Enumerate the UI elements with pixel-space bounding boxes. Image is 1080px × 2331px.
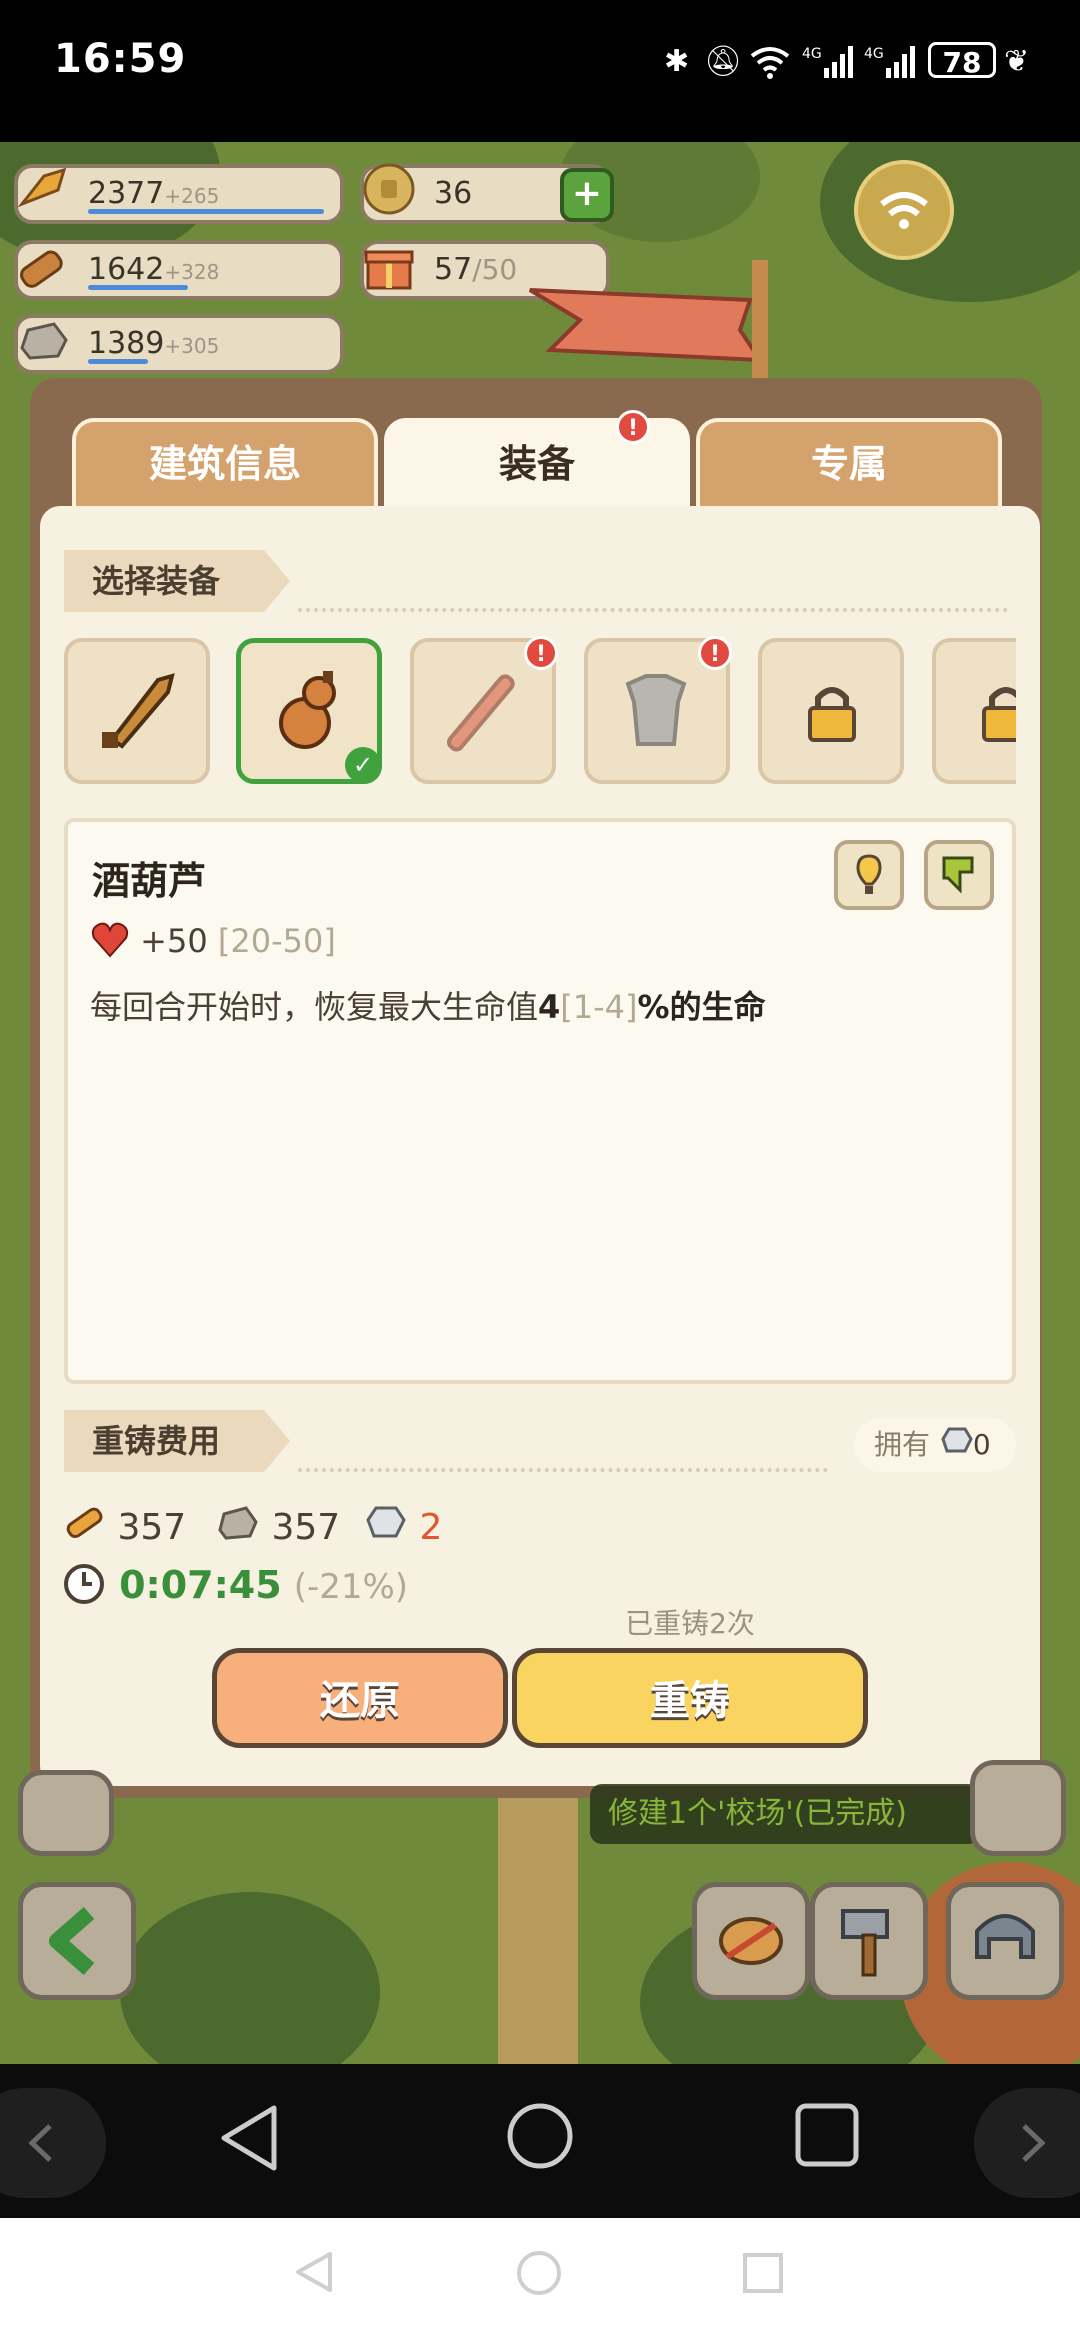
info-button[interactable]	[834, 840, 904, 910]
sword-icon	[88, 662, 184, 762]
mute-icon: 🔕︎	[704, 44, 743, 79]
reforge-button[interactable]: 重铸	[512, 1648, 868, 1748]
battery-icon: 78	[928, 42, 996, 79]
section-label-reforge-cost: 重铸费用	[64, 1410, 290, 1472]
nav-prev-button[interactable]	[0, 2088, 106, 2198]
resource-value: 1389	[88, 326, 165, 361]
cost-wood: 357	[62, 1500, 186, 1550]
section-label-select: 选择装备	[64, 550, 290, 612]
scroll-button[interactable]	[970, 1760, 1066, 1856]
equipment-slot-6-locked[interactable]	[932, 638, 1016, 784]
swap-button[interactable]	[924, 840, 994, 910]
stone-icon	[14, 310, 72, 368]
add-coins-button[interactable]: +	[560, 168, 614, 222]
back-nav-icon[interactable]	[292, 2248, 336, 2300]
resource-stone: 1389+305	[14, 314, 344, 374]
wifi-icon	[748, 44, 792, 80]
reforge-timer: 0:07:45 (-21%)	[62, 1560, 408, 1610]
svg-text:4G: 4G	[802, 46, 822, 62]
stone-icon	[216, 1500, 260, 1558]
helmet-button[interactable]	[946, 1882, 1064, 2000]
wood-icon	[62, 1500, 106, 1558]
leaf-icon: ❦	[1004, 44, 1030, 79]
staff-icon	[434, 662, 530, 762]
equipment-slot-3[interactable]: !	[410, 636, 558, 784]
gourd-icon	[261, 661, 357, 761]
alert-badge: !	[698, 636, 732, 670]
nav-next-button[interactable]	[974, 2088, 1080, 2198]
heart-icon	[90, 920, 130, 966]
resource-value: 1642	[88, 252, 165, 287]
recents-nav-icon[interactable]	[742, 2252, 784, 2298]
stat-value: +50	[140, 922, 208, 960]
crystal-icon	[364, 1500, 408, 1558]
equipment-slot-2[interactable]: ✓	[236, 638, 382, 784]
armor-icon	[608, 662, 704, 762]
flag-icon	[520, 260, 780, 390]
coin-icon	[360, 160, 418, 218]
divider	[298, 1468, 828, 1472]
home-nav-icon[interactable]	[504, 2100, 576, 2176]
wood-icon	[14, 236, 72, 294]
status-bar: 16:59 ✱ 🔕︎ 4G 4G 78 ❦	[0, 0, 1080, 142]
food-button[interactable]	[692, 1882, 810, 2000]
quest-banner[interactable]: 修建1个'校场'(已完成)	[590, 1784, 980, 1844]
hammer-button[interactable]	[810, 1882, 928, 2000]
navigation-bar	[0, 2064, 1080, 2218]
system-navigation-bar	[0, 2218, 1080, 2331]
4g-signal-icon: 4G	[864, 44, 920, 80]
equipment-slot-4[interactable]: !	[584, 636, 732, 784]
network-status-icon[interactable]	[854, 160, 954, 260]
gift-icon	[360, 236, 418, 294]
resource-wheat: 2377+265	[14, 164, 344, 224]
svg-text:4G: 4G	[864, 46, 884, 62]
restore-button[interactable]: 还原	[212, 1648, 508, 1748]
recents-nav-icon[interactable]	[794, 2102, 860, 2172]
clock: 16:59	[54, 36, 187, 82]
back-nav-icon[interactable]	[214, 2100, 284, 2180]
tab-exclusive[interactable]: 专属	[696, 418, 1002, 510]
resource-rate: +305	[164, 334, 220, 358]
equipment-slot-1[interactable]	[64, 638, 210, 784]
alert-badge: !	[616, 410, 650, 444]
effect-text: 每回合开始时，恢复最大生命值4[1-4]%的生命	[90, 988, 766, 1026]
lock-icon	[976, 680, 1016, 748]
resource-value: 2377	[88, 176, 165, 211]
stat-range: [20-50]	[217, 922, 336, 960]
item-name: 酒葫芦	[92, 859, 207, 903]
cost-crystal: 2	[364, 1500, 442, 1550]
back-button[interactable]	[18, 1882, 136, 2000]
home-nav-icon[interactable]	[516, 2250, 562, 2300]
4g-signal-icon: 4G	[802, 44, 858, 80]
resource-rate: +328	[164, 260, 220, 284]
crystal-icon	[939, 1419, 973, 1473]
cost-stone: 357	[216, 1500, 340, 1550]
equipment-detail: 酒葫芦 +50 [20-50] 每回合开始时，恢复最大生命值4[1-4]%的生命	[64, 818, 1016, 1384]
tab-building-info[interactable]: 建筑信息	[72, 418, 378, 510]
resource-rate: +265	[164, 184, 220, 208]
alert-badge: !	[524, 636, 558, 670]
wheat-icon	[14, 160, 72, 218]
equipment-slot-5-locked[interactable]	[758, 638, 904, 784]
check-icon: ✓	[345, 747, 381, 783]
divider	[298, 608, 1008, 612]
clock-icon	[62, 1562, 106, 1626]
tab-label: 装备	[498, 442, 575, 486]
owned-crystal: 拥有 0	[854, 1418, 1016, 1472]
bluetooth-icon: ✱	[664, 44, 690, 79]
resource-wood: 1642+328	[14, 240, 344, 300]
chat-button[interactable]	[18, 1770, 114, 1856]
lock-icon	[802, 680, 862, 748]
reforged-count: 已重铸2次	[625, 1607, 755, 1640]
